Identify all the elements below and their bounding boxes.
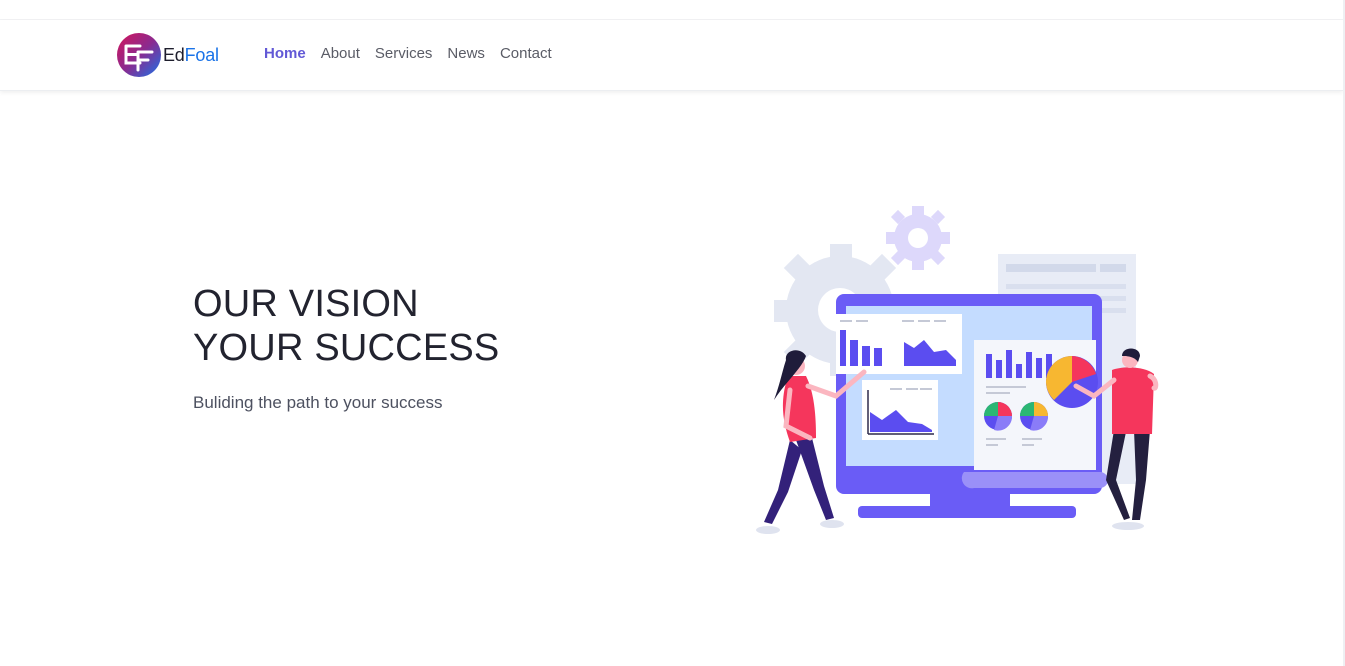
top-strip [0, 0, 1345, 20]
data-analytics-illustration-icon [756, 206, 1159, 534]
hero-title: OUR VISION YOUR SUCCESS [193, 282, 499, 370]
nav-about[interactable]: About [321, 45, 360, 62]
nav-contact[interactable]: Contact [500, 45, 552, 62]
hero-title-line1: OUR VISION [193, 283, 419, 325]
main-nav: Home About Services News Contact [264, 45, 567, 62]
brand-link[interactable]: EdFoal [116, 32, 219, 78]
brand-name: EdFoal [163, 45, 219, 66]
navbar: EdFoal Home About Services News Contact [0, 20, 1343, 91]
brand-logo-icon [117, 33, 161, 77]
hero-subtitle: Buliding the path to your success [193, 393, 443, 412]
nav-services[interactable]: Services [375, 45, 433, 62]
nav-news[interactable]: News [447, 45, 485, 62]
brand-name-part1: Ed [163, 44, 185, 65]
brand-name-part2: Foal [184, 44, 219, 65]
nav-home[interactable]: Home [264, 45, 306, 62]
hero-title-line2: YOUR SUCCESS [193, 327, 500, 369]
